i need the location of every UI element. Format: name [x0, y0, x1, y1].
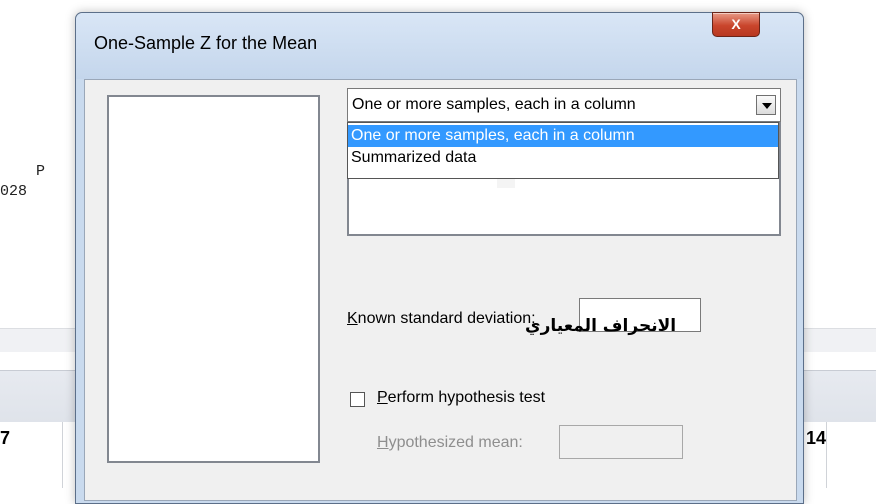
worksheet-cell[interactable]: 7 — [0, 428, 10, 449]
hypothesis-test-label[interactable]: Perform hypothesis test — [377, 389, 545, 407]
dialog-client-area: One or more samples, each in a column On… — [84, 79, 797, 501]
session-value: 028 — [0, 183, 28, 200]
hypothesized-mean-label: Hypothesized mean: — [377, 434, 523, 452]
data-type-selected: One or more samples, each in a column — [352, 96, 636, 113]
session-column-header: P — [36, 163, 46, 180]
hypothesis-mnemonic: P — [377, 389, 388, 406]
hypothesized-mean-input[interactable] — [559, 425, 683, 459]
hypothesized-mean-mnemonic: H — [377, 434, 389, 451]
data-type-select[interactable]: One or more samples, each in a column — [347, 88, 781, 122]
arabic-annotation: الانحراف المعياري — [525, 316, 677, 336]
hypothesized-mean-label-text: ypothesized mean: — [388, 434, 523, 451]
variables-list[interactable] — [107, 95, 320, 463]
grid-line — [62, 422, 63, 488]
hypothesis-label-text: erform hypothesis test — [387, 389, 546, 406]
close-icon: X — [731, 16, 741, 32]
known-sd-mnemonic: K — [347, 310, 358, 327]
option-one-or-more-samples[interactable]: One or more samples, each in a column — [348, 125, 778, 147]
dialog-titlebar[interactable]: One-Sample Z for the Mean — [76, 13, 803, 79]
known-sd-label-text: nown standard deviation: — [357, 310, 536, 327]
known-sd-label: Known standard deviation: — [347, 310, 536, 328]
grid-line — [826, 422, 827, 488]
chevron-down-icon[interactable] — [756, 95, 776, 115]
close-button[interactable]: X — [712, 12, 760, 37]
option-summarized-data[interactable]: Summarized data — [348, 147, 778, 169]
hypothesis-test-checkbox[interactable] — [350, 392, 365, 407]
worksheet-cell[interactable]: 14 — [806, 428, 826, 449]
one-sample-z-dialog: One-Sample Z for the Mean X One or more … — [75, 12, 804, 504]
dialog-title: One-Sample Z for the Mean — [94, 33, 318, 53]
data-type-dropdown: One or more samples, each in a column Su… — [347, 122, 779, 179]
